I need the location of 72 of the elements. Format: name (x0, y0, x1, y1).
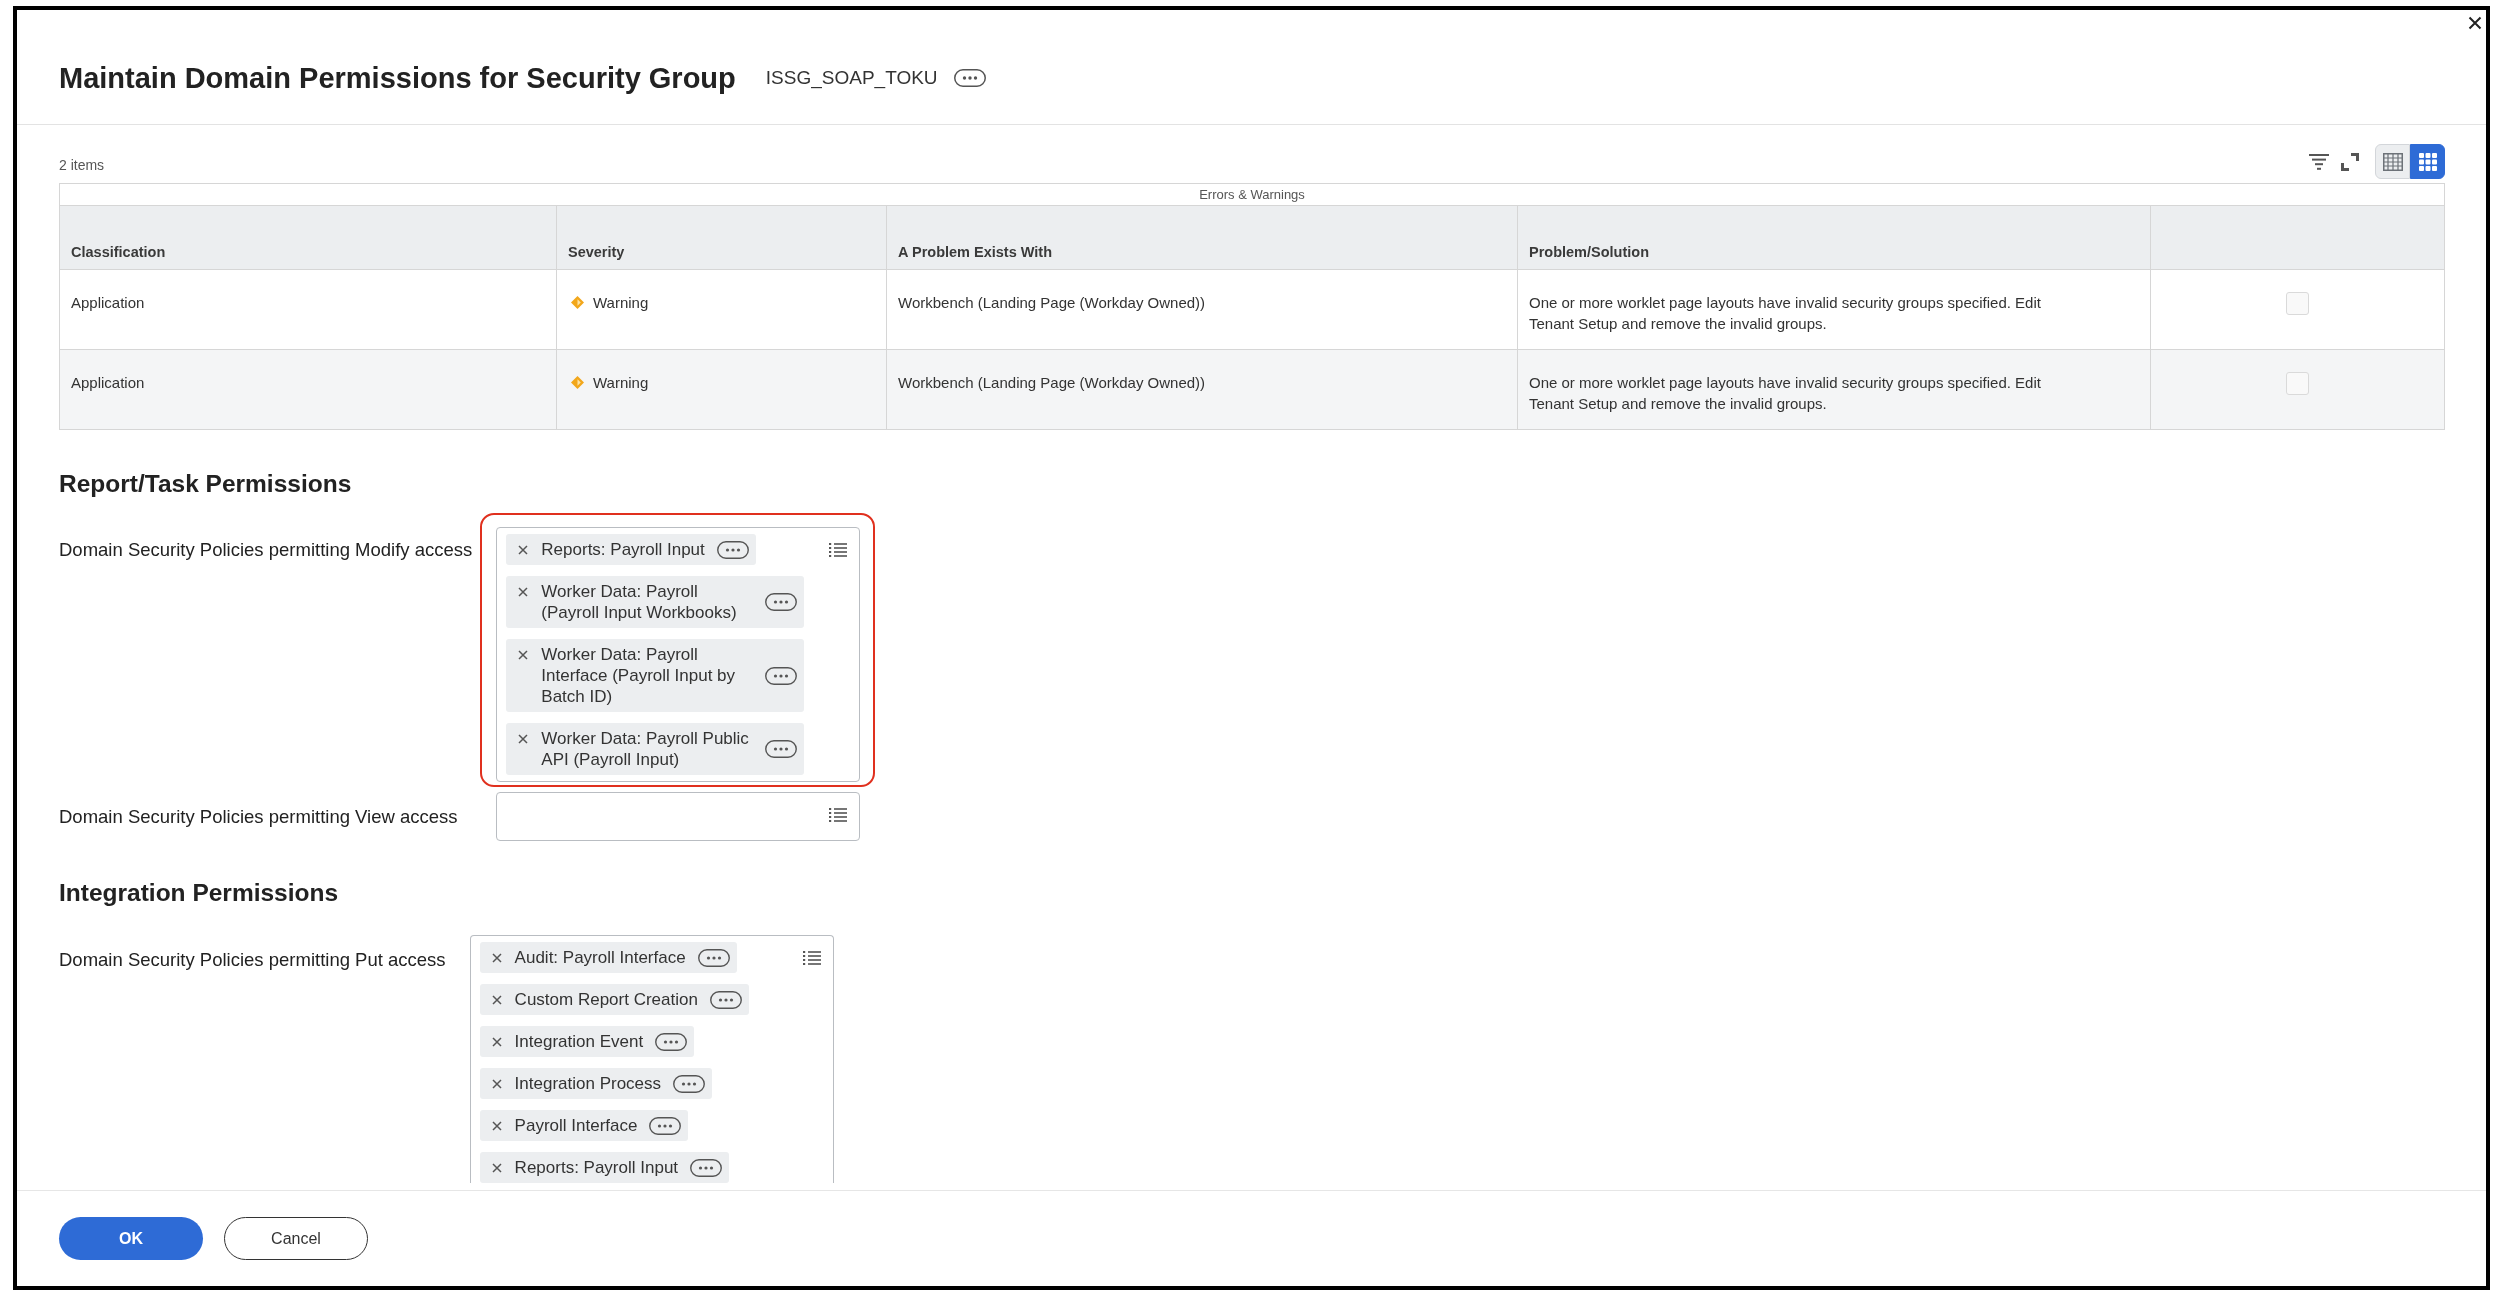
field-label: Domain Security Policies permitting View access (59, 805, 459, 828)
filter-icon[interactable] (2309, 153, 2329, 170)
severity-label: Warning (593, 373, 649, 393)
warning-icon (571, 296, 584, 309)
chip-label: Worker Data: Payroll (Payroll Input Workbooks) (541, 581, 738, 623)
selection-chip[interactable]: Integration Process (479, 1068, 713, 1099)
selection-chip[interactable]: Worker Data: Payroll Interface (Payroll Input by Batch ID) (506, 639, 805, 712)
selection-chip[interactable]: Payroll Interface (479, 1110, 689, 1141)
ok-button[interactable]: OK (59, 1217, 203, 1260)
chip-label: Worker Data: Payroll Public API (Payroll Input) (541, 728, 750, 770)
close-icon[interactable] (518, 733, 529, 744)
table-grid-icon (2382, 152, 2403, 171)
close-icon[interactable] (491, 994, 502, 1005)
close-icon[interactable] (518, 544, 529, 555)
close-icon[interactable] (491, 952, 502, 963)
view-toggle-button[interactable] (2410, 144, 2445, 179)
chip-label: Reports: Payroll Input (514, 1157, 679, 1178)
chip-label: Integration Process (514, 1073, 662, 1094)
close-icon[interactable] (491, 1036, 502, 1047)
table-cell: Workbench (Landing Page (Workday Owned)) (887, 350, 1518, 429)
close-icon[interactable] (491, 1162, 502, 1173)
close-icon[interactable] (518, 649, 529, 660)
multiselect-field[interactable] (496, 792, 861, 841)
close-icon[interactable] (491, 1120, 502, 1131)
ellipsis-icon[interactable] (953, 69, 986, 87)
multiselect-field[interactable]: Reports: Payroll Input Worker Data: Payroll (Payroll Input Workbooks) Worker Data: Payroll Interface (Payroll Input by Batch ID) Worker Data: Payroll Public API (Payroll Input) (496, 527, 861, 782)
multiselect-field[interactable]: Audit: Payroll Interface Custom Report Creation Integration Event Integration Process Payroll Interface Reports: Payroll Input (469, 935, 834, 1183)
selection-chip[interactable]: Integration Event (479, 1026, 695, 1057)
cancel-button[interactable]: Cancel (224, 1217, 368, 1260)
close-icon[interactable] (518, 586, 529, 597)
security-group-name: ISSG_SOAP_TOKU (765, 66, 938, 91)
chip-label: Worker Data: Payroll Interface (Payroll Input by Batch ID) (541, 644, 737, 707)
severity-label: Warning (593, 293, 649, 313)
ellipsis-icon[interactable] (655, 1032, 688, 1051)
close-icon[interactable] (491, 1078, 502, 1089)
selection-chip[interactable]: Worker Data: Payroll (Payroll Input Workbooks) (506, 576, 805, 628)
tile-grid-icon (2418, 152, 2437, 171)
section-heading: Report/Task Permissions (59, 469, 353, 499)
chip-label: Payroll Interface (514, 1115, 638, 1136)
ellipsis-icon[interactable] (690, 1158, 723, 1177)
ellipsis-icon[interactable] (765, 593, 798, 611)
expand-icon[interactable] (2341, 152, 2359, 171)
chip-label: Custom Report Creation (514, 989, 698, 1010)
chip-label: Integration Event (514, 1031, 644, 1052)
selection-chip[interactable]: Custom Report Creation (479, 984, 749, 1015)
field-label: Domain Security Policies permitting Put access (59, 948, 446, 971)
row-checkbox[interactable] (2286, 372, 2309, 395)
list-icon[interactable] (829, 808, 848, 822)
chip-label: Audit: Payroll Interface (514, 947, 686, 968)
warning-icon (571, 376, 584, 389)
list-icon[interactable] (829, 543, 848, 557)
ellipsis-icon[interactable] (709, 990, 742, 1009)
ellipsis-icon[interactable] (649, 1116, 682, 1135)
ellipsis-icon[interactable] (697, 948, 730, 967)
selection-chip[interactable]: Audit: Payroll Interface (479, 942, 737, 973)
chip-label: Reports: Payroll Input (541, 539, 705, 560)
field-label: Domain Security Policies permitting Modify access (59, 538, 473, 561)
table-cell: One or more worklet page layouts have invalid security groups specified. Edit Tenant Setup and remove the invalid groups. (1518, 350, 2151, 429)
dialog-title: Maintain Domain Permissions for Security Group (59, 61, 736, 95)
selection-chip[interactable]: Reports: Payroll Input (479, 1152, 730, 1183)
selection-chip[interactable]: Reports: Payroll Input (506, 534, 756, 565)
row-checkbox[interactable] (2286, 292, 2309, 315)
selection-chip[interactable]: Worker Data: Payroll Public API (Payroll Input) (506, 723, 805, 775)
close-icon[interactable] (2468, 16, 2482, 30)
ellipsis-icon[interactable] (765, 666, 798, 685)
item-count: 2 items (59, 156, 105, 173)
ellipsis-icon[interactable] (765, 740, 798, 758)
section-heading: Integration Permissions (59, 878, 340, 908)
ellipsis-icon[interactable] (673, 1074, 706, 1093)
ellipsis-icon[interactable] (716, 540, 749, 559)
table-cell: Application (60, 350, 557, 429)
list-icon[interactable] (802, 951, 821, 965)
